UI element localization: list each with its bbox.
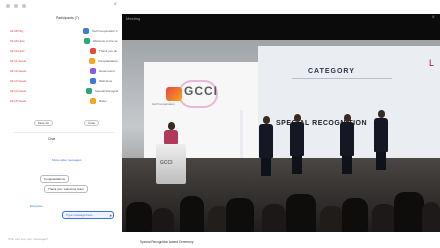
speaker-figure bbox=[164, 122, 178, 144]
person-figure bbox=[259, 116, 273, 176]
row-meta: 01:08 Org bbox=[10, 28, 24, 33]
stage-light bbox=[240, 110, 243, 160]
row-meta: 01:15 Guest bbox=[10, 98, 27, 103]
row-meta: 01:11 Guest bbox=[10, 58, 27, 63]
list-item[interactable]: 01:09 Host Welcome to the session bbox=[10, 36, 118, 45]
divider bbox=[14, 132, 114, 133]
video-player[interactable]: Meeting × Gulf Cooperation GCCI CATEGORY… bbox=[122, 14, 440, 232]
video-frame: Gulf Cooperation GCCI CATEGORY SPECIAL R… bbox=[122, 40, 440, 232]
row-text: Great event bbox=[99, 68, 115, 73]
row-meta: 01:12 Guest bbox=[10, 68, 27, 73]
row-text: Bravo bbox=[99, 98, 107, 103]
lectern-logo: GCCI bbox=[160, 160, 173, 166]
participants-title: Participants (7) bbox=[56, 16, 79, 20]
video-caption: Special Recognition Award Ceremony bbox=[140, 240, 194, 244]
row-text: Special Recognition bbox=[95, 88, 118, 93]
row-meta: 01:13 Guest bbox=[10, 78, 27, 83]
chat-panel: × Participants (7) 01:08 Org Gulf Cooper… bbox=[0, 0, 122, 248]
video-title: Meeting bbox=[126, 16, 141, 21]
window-dot[interactable] bbox=[6, 4, 10, 8]
recipient-link[interactable]: Everyone bbox=[30, 204, 43, 208]
person-figure bbox=[374, 110, 388, 170]
older-messages-link[interactable]: Show older messages bbox=[52, 158, 82, 162]
row-text: Gulf Cooperation Council bbox=[92, 28, 118, 33]
list-item[interactable]: 01:11 Guest Congratulations bbox=[10, 56, 118, 65]
window-dot[interactable] bbox=[22, 4, 26, 8]
avatar bbox=[88, 57, 95, 64]
row-meta: 01:10 Host bbox=[10, 48, 25, 53]
close-icon[interactable]: × bbox=[431, 15, 435, 21]
avatar bbox=[90, 97, 96, 104]
row-text: Thank you all bbox=[99, 48, 117, 53]
chat-footer: Who can see your messages? bbox=[8, 237, 49, 241]
avatar bbox=[90, 67, 96, 74]
avatar bbox=[86, 87, 92, 94]
mute-all-button[interactable]: Mute All bbox=[34, 120, 53, 126]
avatar bbox=[83, 37, 90, 44]
send-icon[interactable]: ➤ bbox=[109, 213, 112, 218]
list-item[interactable]: 01:10 Host Thank you all bbox=[10, 46, 118, 55]
person-figure bbox=[290, 114, 304, 174]
avatar bbox=[90, 77, 96, 84]
screen-left-logo: GCCI bbox=[184, 84, 218, 98]
screen-left-sub: Gulf Cooperation bbox=[152, 102, 175, 106]
invite-button[interactable]: Invite bbox=[84, 120, 100, 126]
list-item[interactable]: 01:12 Guest Great event bbox=[10, 66, 118, 75]
row-meta: 01:09 Host bbox=[10, 38, 25, 43]
screen-mark: L bbox=[428, 58, 434, 68]
audience bbox=[122, 188, 440, 232]
close-icon[interactable]: × bbox=[113, 2, 117, 8]
message-bubble: Thank you, well done team bbox=[44, 185, 88, 193]
list-item[interactable]: 01:13 Guest Well done bbox=[10, 76, 118, 85]
list-item[interactable]: 01:15 Guest Bravo bbox=[10, 96, 118, 105]
person-figure bbox=[340, 114, 354, 174]
avatar bbox=[83, 27, 90, 34]
window-dot[interactable] bbox=[14, 4, 18, 8]
divider bbox=[292, 78, 392, 79]
message-bubble: Congratulations bbox=[40, 175, 70, 183]
logo-icon bbox=[166, 87, 182, 101]
avatar bbox=[90, 47, 96, 54]
row-text: Well done bbox=[99, 78, 113, 83]
window-controls bbox=[6, 4, 26, 8]
row-meta: 01:14 Guest bbox=[10, 88, 27, 93]
chat-heading: Chat bbox=[48, 137, 56, 141]
list-item[interactable]: 01:14 Guest Special Recognition bbox=[10, 86, 118, 95]
list-item[interactable]: 01:08 Org Gulf Cooperation Council bbox=[10, 26, 118, 35]
row-text: Welcome to the session bbox=[92, 38, 118, 43]
row-text: Congratulations bbox=[97, 58, 118, 63]
chat-input[interactable]: Type message here... bbox=[62, 211, 114, 219]
screen-category: CATEGORY bbox=[308, 68, 355, 75]
